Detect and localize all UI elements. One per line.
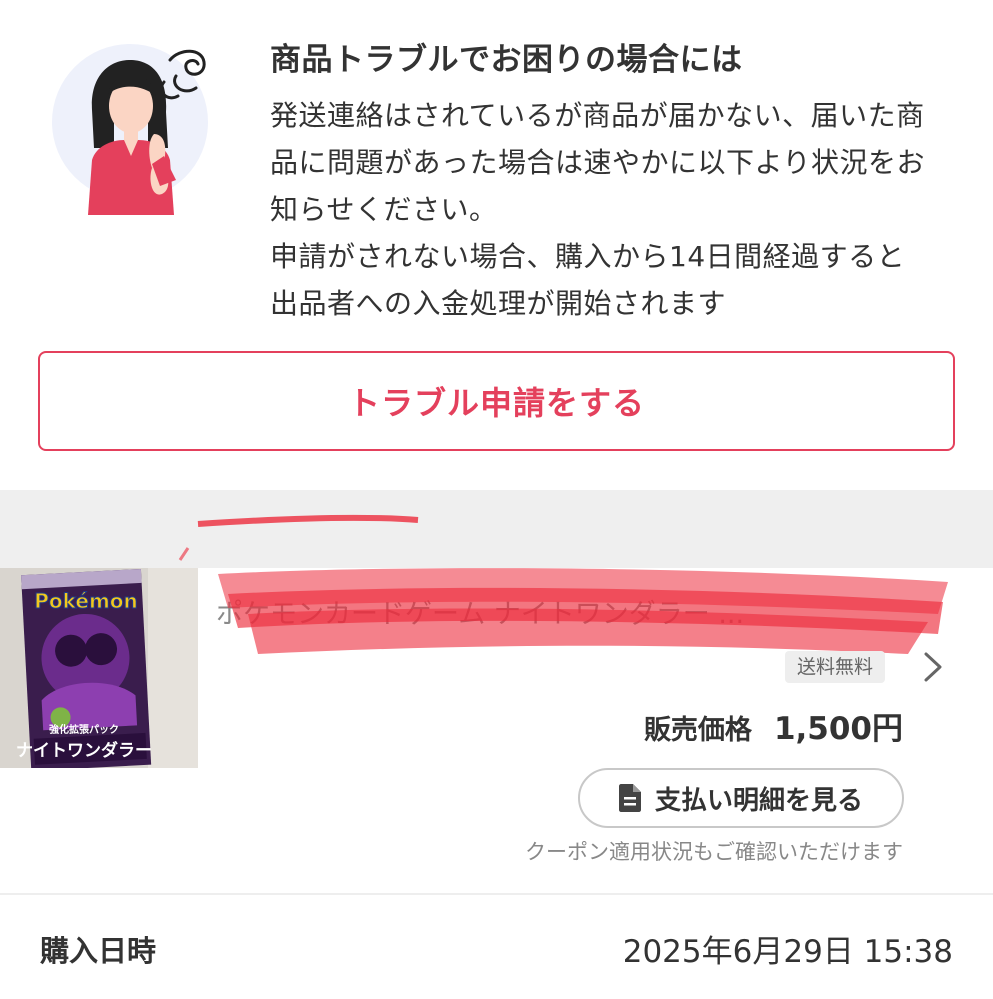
view-payment-details-label: 支払い明細を見る [654,785,863,816]
thumbnail-title-text: ナイトワンダラー [16,740,152,761]
confused-person-illustration [52,44,208,215]
chevron-right-icon[interactable] [918,650,948,684]
price-label: 販売価格 [643,715,752,746]
price-row: 販売価格 1,500円 [644,703,903,748]
document-icon [618,784,641,812]
trouble-section: 商品トラブルでお困りの場合には 発送連絡はされているが商品が届かない、届いた商 … [0,0,993,340]
item-name[interactable]: ポケモンカードゲーム ナイトワンダラー ... [216,592,951,631]
thumbnail-brand-text: Pokémon [34,589,138,613]
item-thumbnail[interactable]: Pokémon 強化拡張パック ナイトワンダラー [0,568,198,768]
trouble-description-line: 知らせください。 [270,193,498,226]
trouble-description-line: 発送連絡はされているが商品が届かない、届いた商 [270,99,925,132]
trouble-description-line: 品に問題があった場合は速やかに以下より状況をお [270,146,925,179]
trouble-description-line: 申請がされない場合、購入から14日間経過すると [270,240,906,273]
free-shipping-badge: 送料無料 [785,651,886,683]
view-payment-details-button[interactable]: 支払い明細を見る [578,768,904,828]
trouble-report-button-label: トラブル申請をする [347,384,645,422]
trouble-description-line: 出品者への入金処理が開始されます [270,287,727,320]
thumbnail-subtitle-text: 強化拡張パック [49,723,119,736]
purchase-datetime-value: 2025年6月29日 15:38 [622,934,953,970]
trouble-title: 商品トラブルでお困りの場合には [270,42,743,78]
coupon-note: クーポン適用状況もご確認いただけます [525,840,903,864]
purchase-datetime-label: 購入日時 [40,934,157,968]
section-separator [0,490,993,568]
price-value: 1,500円 [773,711,903,747]
divider [0,893,993,895]
trouble-description: 発送連絡はされているが商品が届かない、届いた商 品に問題があった場合は速やかに以… [270,92,960,327]
trouble-report-button[interactable]: トラブル申請をする [38,351,955,451]
